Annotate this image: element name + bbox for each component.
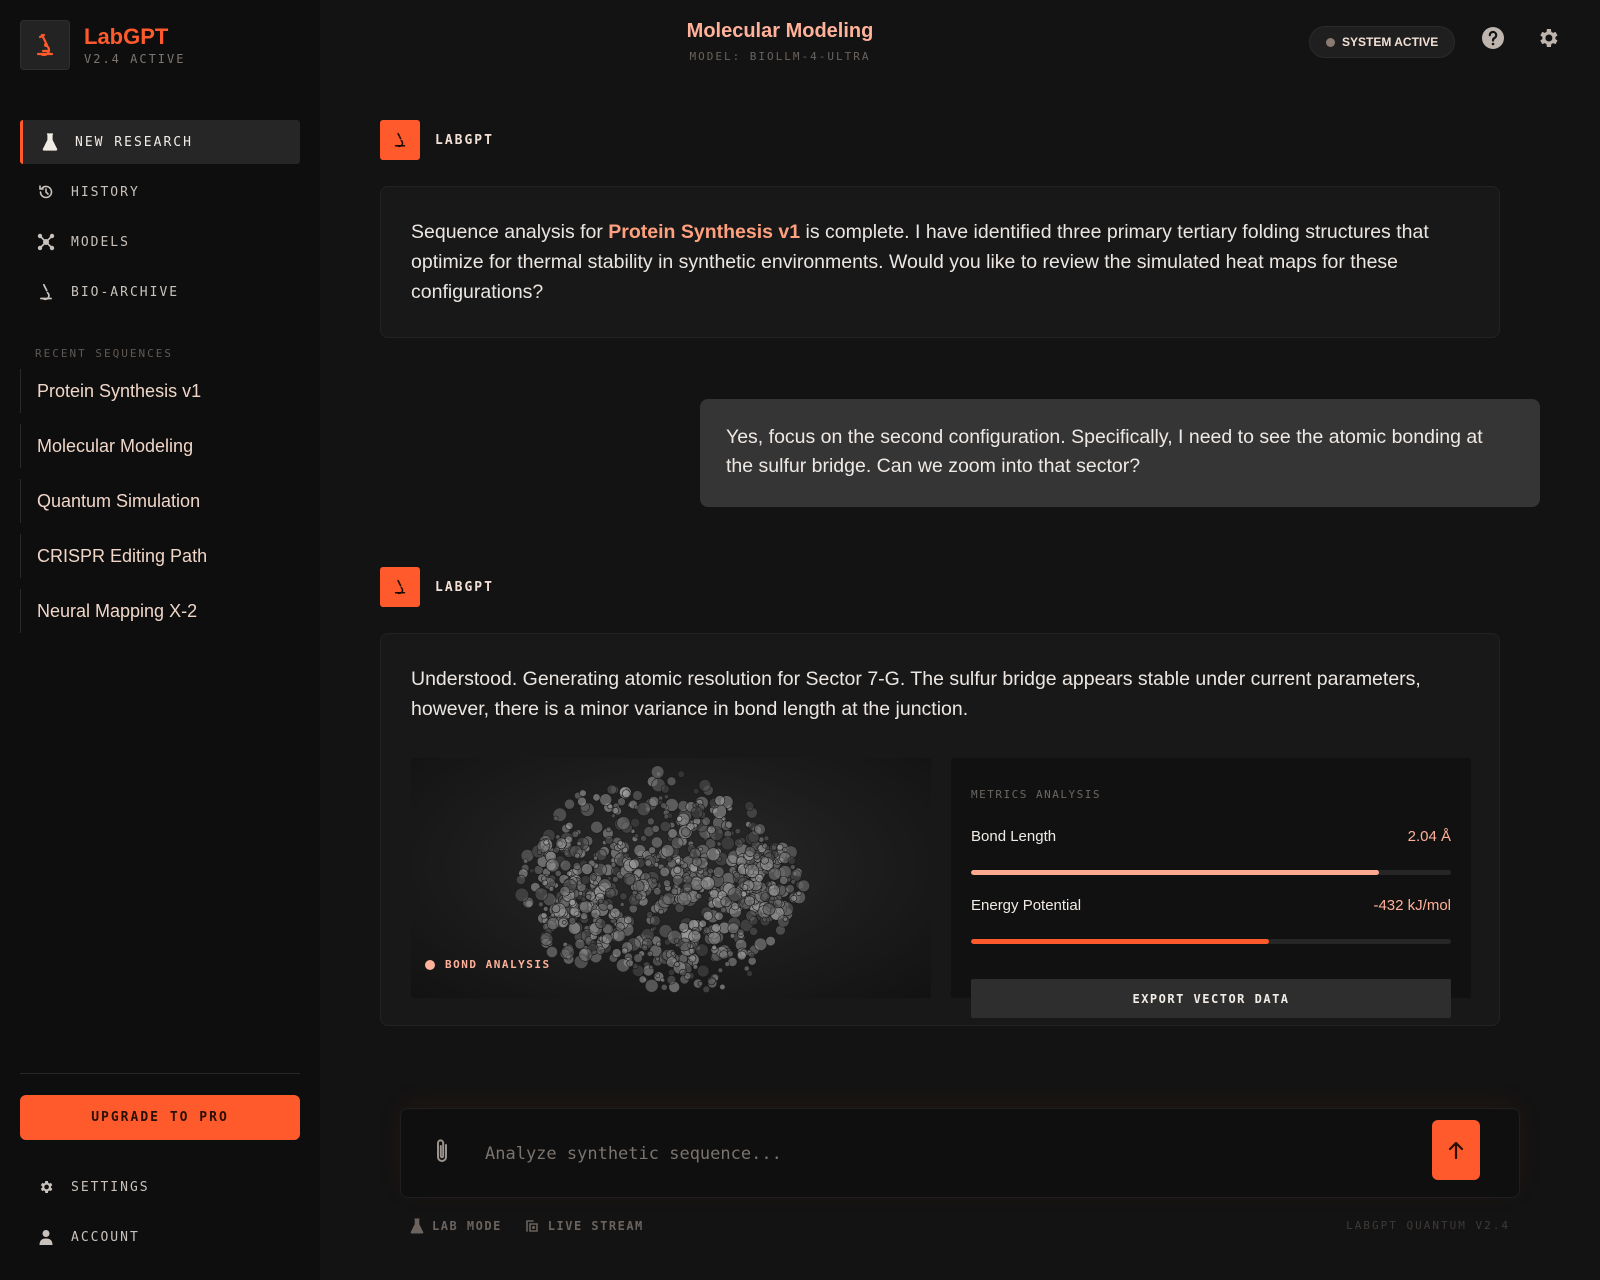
sidebar-divider [20, 1073, 300, 1074]
status-text: SYSTEM ACTIVE [1342, 35, 1439, 49]
send-button[interactable] [1432, 1120, 1480, 1180]
message-highlight-link[interactable]: Protein Synthesis v1 [608, 221, 800, 243]
nav-item-history[interactable]: HISTORY [20, 170, 300, 214]
arrow-up-icon [1448, 1141, 1464, 1160]
ai-message-bubble: Understood. Generating atomic resolution… [380, 633, 1500, 1026]
indicator-dot-icon [425, 960, 435, 970]
labgpt-avatar-icon [380, 120, 420, 160]
recent-item[interactable]: CRISPR Editing Path [20, 534, 300, 578]
metrics-title: METRICS ANALYSIS [971, 788, 1101, 801]
message-text: Understood. Generating atomic resolution… [411, 668, 1421, 720]
upgrade-button[interactable]: UPGRADE TO PRO [20, 1095, 300, 1140]
nav-item-bio-archive[interactable]: BIO-ARCHIVE [20, 270, 300, 314]
help-icon[interactable] [1481, 26, 1505, 50]
brand[interactable]: LabGPT V2.4 ACTIVE [20, 20, 185, 70]
metric-name: Energy Potential [971, 897, 1082, 914]
microscope-logo-icon [20, 20, 70, 70]
recent-item[interactable]: Molecular Modeling [20, 424, 300, 468]
brand-version: V2.4 ACTIVE [84, 52, 186, 66]
metric-value: -432 kJ/mol [1373, 897, 1451, 914]
live-stream-toggle[interactable]: LIVE STREAM [524, 1218, 644, 1234]
metric-row: Energy Potential -432 kJ/mol [971, 891, 1451, 921]
nav-item-models[interactable]: MODELS [20, 220, 300, 264]
main-panel: Molecular Modeling MODEL: BIOLLM-4-ULTRA… [320, 0, 1600, 1280]
nav-label: MODELS [71, 234, 130, 250]
message-composer [400, 1108, 1520, 1198]
metric-progress-track [971, 939, 1451, 944]
user-icon [37, 1228, 55, 1246]
nav-label: NEW RESEARCH [75, 134, 193, 150]
composer-footer: LAB MODE LIVE STREAM [410, 1218, 666, 1234]
microscope-icon [37, 283, 55, 301]
metric-name: Bond Length [971, 828, 1057, 845]
flask-icon [41, 133, 59, 151]
version-footer: LABGPT QUANTUM V2.4 [1346, 1219, 1510, 1232]
main-nav: NEW RESEARCH HISTORY MODELS BIO-ARCHIVE [20, 120, 300, 320]
export-vector-data-button[interactable]: EXPORT VECTOR DATA [971, 979, 1451, 1018]
paperclip-attach-icon[interactable] [431, 1137, 455, 1167]
settings-gear-icon[interactable] [1536, 26, 1560, 50]
live-stream-label: LIVE STREAM [547, 1219, 644, 1233]
nav-label: BIO-ARCHIVE [71, 284, 180, 300]
brand-name: LabGPT [84, 24, 169, 49]
molecule-icon [37, 233, 55, 251]
message-author: LABGPT [435, 579, 494, 595]
ai-message-bubble: Sequence analysis for Protein Synthesis … [380, 186, 1500, 338]
model-subtitle: MODEL: BIOLLM-4-ULTRA [689, 50, 871, 63]
metric-row: Bond Length 2.04 Å [971, 822, 1451, 852]
nav-item-account[interactable]: ACCOUNT [20, 1215, 300, 1259]
nav-item-settings[interactable]: SETTINGS [20, 1165, 300, 1209]
bond-analysis-label: BOND ANALYSIS [425, 950, 551, 980]
ai-message-header: LABGPT [380, 567, 494, 607]
lab-mode-label: LAB MODE [432, 1219, 502, 1233]
ai-message-header: LABGPT [380, 120, 494, 160]
message-text: Sequence analysis for [411, 221, 609, 243]
metric-value: 2.04 Å [1407, 828, 1451, 845]
metrics-panel: METRICS ANALYSIS Bond Length 2.04 Å Ener… [951, 758, 1471, 1018]
molecule-visualization[interactable]: BOND ANALYSIS [411, 758, 931, 998]
sidebar: LabGPT V2.4 ACTIVE NEW RESEARCH HISTORY … [0, 0, 320, 1280]
gear-icon [37, 1178, 55, 1196]
nav-label: ACCOUNT [71, 1229, 140, 1245]
status-dot-icon [1326, 37, 1335, 47]
history-icon [37, 183, 55, 201]
bond-analysis-text: BOND ANALYSIS [445, 958, 551, 971]
recent-item[interactable]: Protein Synthesis v1 [20, 369, 300, 413]
message-input[interactable] [485, 1139, 1405, 1169]
recent-item[interactable]: Neural Mapping X-2 [20, 589, 300, 633]
recent-sequences-list: Protein Synthesis v1 Molecular Modeling … [20, 369, 300, 644]
recent-item[interactable]: Quantum Simulation [20, 479, 300, 523]
status-badge: SYSTEM ACTIVE [1309, 26, 1456, 58]
metric-progress-fill [971, 939, 1269, 944]
labgpt-avatar-icon [380, 567, 420, 607]
user-message-bubble: Yes, focus on the second configuration. … [700, 399, 1540, 507]
nav-label: HISTORY [71, 184, 140, 200]
metric-progress-track [971, 870, 1451, 875]
nav-label: SETTINGS [71, 1179, 150, 1195]
flask-icon [410, 1218, 424, 1234]
page-title: Molecular Modeling [686, 20, 874, 42]
live-stream-icon [525, 1220, 538, 1232]
bottom-nav: SETTINGS ACCOUNT [20, 1165, 300, 1265]
metric-progress-fill [971, 870, 1379, 875]
nav-item-new-research[interactable]: NEW RESEARCH [20, 120, 300, 164]
lab-mode-toggle[interactable]: LAB MODE [410, 1218, 502, 1234]
recent-sequences-heading: RECENT SEQUENCES [35, 347, 173, 360]
message-author: LABGPT [435, 132, 494, 148]
